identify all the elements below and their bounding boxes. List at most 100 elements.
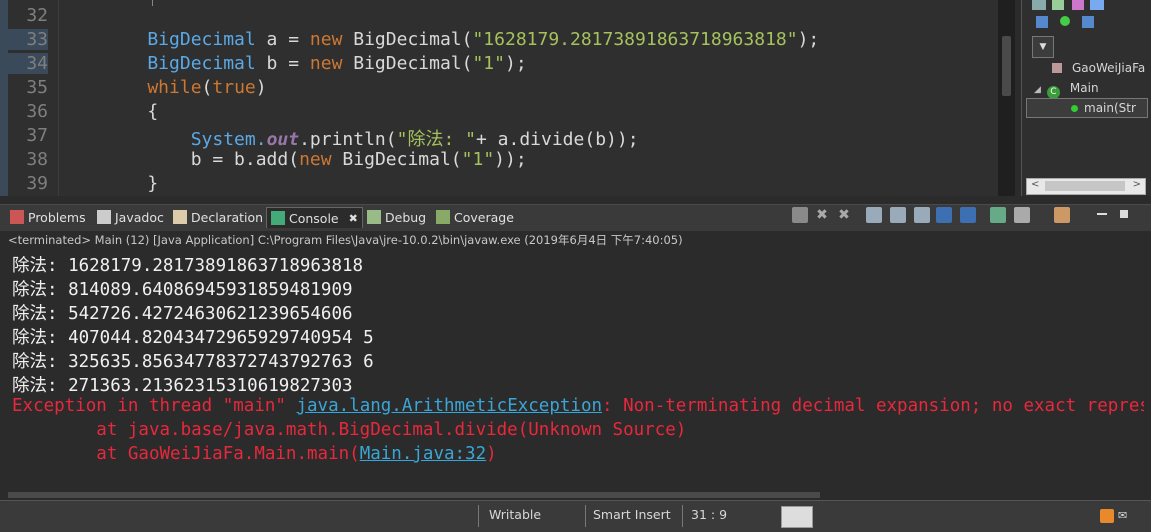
outline-toolbar-icon[interactable] xyxy=(1072,0,1084,10)
progress-icon[interactable] xyxy=(781,506,813,528)
exception-message: : Non-terminating decimal expansion; no … xyxy=(602,396,1144,416)
editor-scroll-thumb[interactable] xyxy=(1002,36,1011,96)
minimize-icon[interactable] xyxy=(1097,213,1107,215)
remove-all-terminated-icon[interactable]: ✖ xyxy=(836,207,852,223)
console-output-line: 除法: 1628179.28173891863718963818 xyxy=(12,256,364,276)
tab-problems[interactable]: Problems xyxy=(10,207,86,227)
code-token: } xyxy=(104,173,159,194)
notification-icon[interactable]: ✉ xyxy=(1118,509,1132,523)
exception-prefix: Exception in thread "main" xyxy=(12,396,297,416)
editor-vertical-scrollbar[interactable] xyxy=(998,0,1015,196)
code-token: BigDecimal( xyxy=(342,53,473,74)
outline-item-package[interactable]: GaoWeiJiaFa xyxy=(1052,61,1145,75)
outline-item-method[interactable]: main(Str xyxy=(1026,98,1148,118)
code-token: new xyxy=(309,53,343,74)
code-token: new xyxy=(299,149,332,170)
problems-icon xyxy=(10,210,24,224)
code-token: new xyxy=(309,29,343,50)
scroll-lock-icon[interactable] xyxy=(890,207,906,223)
console-output-line: 除法: 407044.82043472965929740954 5 xyxy=(12,328,374,348)
show-stderr-icon[interactable] xyxy=(960,207,976,223)
code-token: ) xyxy=(255,77,267,98)
clear-console-icon[interactable] xyxy=(866,207,882,223)
hide-static-icon[interactable] xyxy=(1060,16,1070,26)
terminate-icon[interactable] xyxy=(792,207,808,223)
code-token: )); xyxy=(494,149,527,170)
outline-horizontal-scrollbar[interactable]: < > xyxy=(1026,178,1146,195)
maximize-icon[interactable] xyxy=(1120,210,1128,218)
stack-trace-line: at java.base/java.math.BigDecimal.divide… xyxy=(12,420,687,440)
code-line[interactable]: b = b.add(new BigDecimal("1")); xyxy=(104,149,527,170)
status-insert-mode[interactable]: Smart Insert xyxy=(593,507,671,522)
outline-scroll-thumb[interactable] xyxy=(1045,181,1125,191)
console-process-label: <terminated> Main (12) [Java Application… xyxy=(8,233,683,247)
tab-label: Debug xyxy=(385,209,427,225)
status-separator xyxy=(478,505,479,527)
exception-class-link[interactable]: java.lang.ArithmeticException xyxy=(296,396,602,416)
code-line[interactable]: BigDecimal b = new BigDecimal("1"); xyxy=(104,53,526,74)
code-line[interactable]: System.out.println("除法: "+ a.divide(b)); xyxy=(104,125,639,151)
code-line[interactable] xyxy=(104,5,147,26)
debug-icon xyxy=(367,210,381,224)
show-stdout-icon[interactable] xyxy=(936,207,952,223)
code-token: "1628179.28173891863718963818" xyxy=(472,29,798,50)
code-token: "1" xyxy=(461,149,495,170)
rss-icon[interactable] xyxy=(1100,509,1114,523)
close-tab-icon[interactable]: ✖ xyxy=(349,212,358,225)
stack-trace-line: at GaoWeiJiaFa.Main.main(Main.java:32) xyxy=(12,444,497,464)
tab-declaration[interactable]: Declaration xyxy=(173,207,263,227)
code-token: { xyxy=(104,101,159,122)
code-area[interactable]: BigDecimal a = new BigDecimal("1628179.2… xyxy=(58,0,998,196)
tab-javadoc[interactable]: Javadoc xyxy=(97,207,164,227)
open-console-icon[interactable] xyxy=(1054,207,1070,223)
console-horizontal-scrollbar[interactable] xyxy=(8,492,820,498)
scroll-right-icon[interactable]: > xyxy=(1133,179,1141,190)
outline-item-class[interactable]: ◢ C Main xyxy=(1034,81,1099,99)
status-cursor-position: 31 : 9 xyxy=(691,507,728,522)
tab-label: Coverage xyxy=(454,209,514,225)
console-output-line: 除法: 542726.42724630621239654606 xyxy=(12,304,353,324)
view-menu-dropdown-icon[interactable]: ▼ xyxy=(1032,36,1054,58)
outline-panel: ▼ GaoWeiJiaFa ◢ C Main main(Str xyxy=(1021,0,1151,196)
hide-fields-icon[interactable] xyxy=(1036,16,1048,28)
method-icon xyxy=(1071,105,1078,112)
code-line[interactable]: } xyxy=(104,173,158,194)
status-separator xyxy=(682,505,683,527)
tab-debug[interactable]: Debug xyxy=(367,207,426,227)
declaration-icon xyxy=(173,210,187,224)
trace-suffix: ) xyxy=(486,444,497,464)
pin-console-icon[interactable] xyxy=(990,207,1006,223)
scroll-left-icon[interactable]: < xyxy=(1031,179,1039,190)
exception-line: Exception in thread "main" java.lang.Ari… xyxy=(12,396,1144,416)
tab-coverage[interactable]: Coverage xyxy=(436,207,514,227)
console-icon xyxy=(271,211,285,225)
code-token: b = xyxy=(255,53,310,74)
tab-console[interactable]: Console ✖ xyxy=(266,207,363,228)
hide-nonpublic-icon[interactable] xyxy=(1082,16,1094,28)
console-output[interactable]: 除法: 1628179.28173891863718963818 除法: 8140… xyxy=(8,250,1144,490)
outline-toolbar-icon[interactable] xyxy=(1032,0,1046,10)
code-token: BigDecimal( xyxy=(342,29,473,50)
console-vertical-scrollbar[interactable] xyxy=(1144,250,1151,490)
code-editor[interactable]: 32 33 34 35 36 37 38 39 BigDecimal a = new BigD… xyxy=(0,0,1015,196)
code-token: out xyxy=(266,129,300,150)
display-console-icon[interactable] xyxy=(1014,207,1030,223)
code-token: BigDecimal( xyxy=(331,149,462,170)
code-token: "除法: " xyxy=(396,129,476,150)
remove-launch-icon[interactable]: ✖ xyxy=(814,207,830,223)
trace-prefix: at GaoWeiJiaFa.Main.main( xyxy=(12,444,360,464)
code-token: b = b.add( xyxy=(104,149,300,170)
outline-toolbar-icon[interactable] xyxy=(1090,0,1104,10)
expand-arrow-icon[interactable]: ◢ xyxy=(1034,85,1041,95)
status-bar: Writable Smart Insert 31 : 9 ✉ xyxy=(0,500,1151,532)
code-token: + a.divide(b)); xyxy=(475,129,639,150)
source-link[interactable]: Main.java:32 xyxy=(360,444,486,464)
coverage-icon xyxy=(436,210,450,224)
word-wrap-icon[interactable] xyxy=(914,207,930,223)
code-token: BigDecimal xyxy=(104,29,256,50)
code-line[interactable]: BigDecimal a = new BigDecimal("1628179.2… xyxy=(104,29,819,50)
code-line[interactable]: { xyxy=(104,101,158,122)
code-line[interactable]: while(true) xyxy=(104,77,267,98)
outline-toolbar-icon[interactable] xyxy=(1052,0,1064,10)
